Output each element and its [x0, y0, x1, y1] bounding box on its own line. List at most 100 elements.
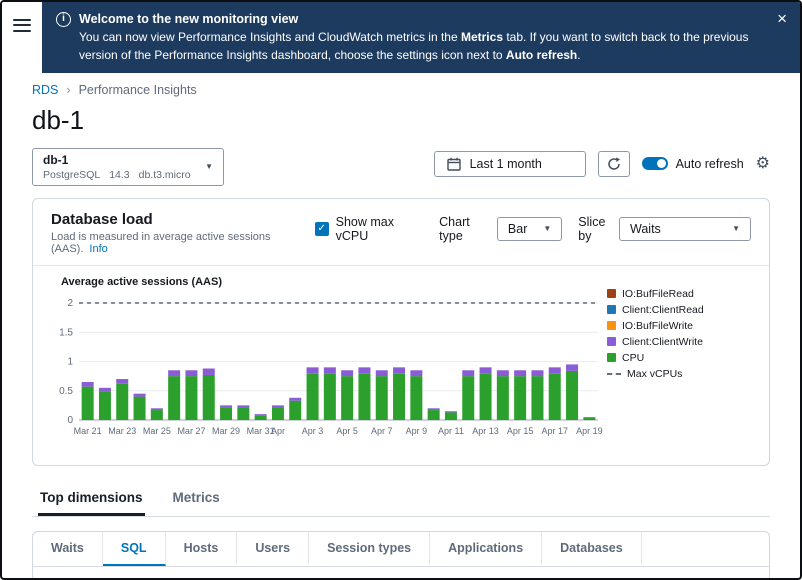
calendar-icon [447, 157, 461, 171]
svg-text:1: 1 [67, 356, 73, 367]
breadcrumb-current: Performance Insights [79, 83, 197, 97]
legend-label: Max vCPUs [627, 368, 682, 380]
legend-label: Client:ClientWrite [622, 336, 703, 348]
svg-text:Apr 7: Apr 7 [371, 426, 393, 436]
svg-text:Apr 3: Apr 3 [302, 426, 324, 436]
slice-by-value: Waits [630, 222, 661, 236]
main-tabs: Top dimensions Metrics [32, 482, 770, 517]
toggle-knob [657, 159, 666, 168]
breadcrumb: RDS › Performance Insights [32, 83, 770, 97]
legend-label: Client:ClientRead [622, 304, 704, 316]
app-window: i Welcome to the new monitoring view You… [0, 0, 802, 580]
dimension-tab-users[interactable]: Users [237, 532, 309, 566]
time-range-picker[interactable]: Last 1 month [434, 151, 586, 177]
legend-swatch-icon [607, 321, 616, 330]
info-banner: i Welcome to the new monitoring view You… [42, 2, 800, 73]
show-max-vcpu-checkbox[interactable]: ✓ Show max vCPU [315, 215, 424, 243]
main-content: RDS › Performance Insights db-1 db-1 Pos… [2, 73, 800, 580]
legend-item-client-clientread: Client:ClientRead [607, 304, 757, 316]
dimension-tabs: WaitsSQLHostsUsersSession typesApplicati… [33, 532, 769, 567]
database-load-title: Database load [51, 211, 315, 228]
load-chart[interactable]: 00.511.52Mar 21Mar 23Mar 25Mar 27Mar 29M… [51, 290, 604, 448]
svg-text:Mar 21: Mar 21 [74, 426, 102, 436]
svg-text:Apr 11: Apr 11 [438, 426, 464, 436]
dimension-tab-waits[interactable]: Waits [33, 532, 103, 566]
dimension-tab-sql[interactable]: SQL [103, 532, 166, 566]
slice-by-select[interactable]: Waits ▼ [619, 217, 751, 241]
svg-text:Apr 5: Apr 5 [336, 426, 358, 436]
tab-metrics[interactable]: Metrics [171, 482, 222, 516]
svg-text:0.5: 0.5 [59, 386, 73, 397]
chart-legend: IO:BufFileReadClient:ClientReadIO:BufFil… [607, 274, 757, 453]
legend-item-cpu: CPU [607, 352, 757, 364]
instance-name: db-1 [43, 153, 191, 167]
close-icon[interactable]: × [777, 10, 787, 27]
instance-selector[interactable]: db-1 PostgreSQL 14.3 db.t3.micro ▼ [32, 148, 224, 186]
time-range-value: Last 1 month [470, 157, 542, 171]
svg-text:Apr 17: Apr 17 [541, 426, 568, 436]
instance-engine: PostgreSQL [43, 169, 100, 181]
legend-item-io-buffileread: IO:BufFileRead [607, 288, 757, 300]
svg-text:Apr: Apr [271, 426, 285, 436]
legend-swatch-icon [607, 337, 616, 346]
refresh-icon [607, 157, 621, 171]
svg-text:Apr 13: Apr 13 [472, 426, 499, 436]
database-load-heading: Database load Load is measured in averag… [51, 211, 315, 255]
chart-type-label: Chart type [439, 215, 489, 243]
refresh-button[interactable] [598, 151, 630, 177]
info-icon: i [56, 12, 71, 27]
dimension-tab-session-types[interactable]: Session types [309, 532, 430, 566]
legend-swatch-icon [607, 305, 616, 314]
sql-search-row: Learn more ‹ 12 › ⚙ [33, 567, 769, 580]
chevron-down-icon: ▼ [543, 224, 551, 233]
instance-version: 14.3 [109, 169, 129, 181]
database-load-panel: Database load Load is measured in averag… [32, 198, 770, 466]
dimensions-panel: WaitsSQLHostsUsersSession typesApplicati… [32, 531, 770, 580]
tab-top-dimensions[interactable]: Top dimensions [38, 482, 145, 516]
breadcrumb-separator-icon: › [66, 83, 70, 97]
dimension-tab-applications[interactable]: Applications [430, 532, 542, 566]
breadcrumb-rds[interactable]: RDS [32, 83, 58, 97]
hamburger-menu-icon[interactable] [13, 15, 31, 73]
legend-swatch-icon [607, 289, 616, 298]
legend-item-client-clientwrite: Client:ClientWrite [607, 336, 757, 348]
svg-text:Apr 19: Apr 19 [576, 426, 603, 436]
legend-dash-icon [607, 373, 621, 375]
svg-text:Mar 27: Mar 27 [177, 426, 205, 436]
banner-title: Welcome to the new monitoring view [79, 10, 298, 28]
instance-class: db.t3.micro [139, 169, 191, 181]
dimension-tab-databases[interactable]: Databases [542, 532, 642, 566]
svg-text:Mar 25: Mar 25 [143, 426, 171, 436]
menu-strip [2, 2, 42, 73]
banner-body: You can now view Performance Insights an… [56, 29, 756, 64]
checkbox-checked-icon: ✓ [315, 222, 329, 236]
chevron-down-icon: ▼ [732, 224, 740, 233]
legend-item-max-vcpus: Max vCPUs [607, 368, 757, 380]
auto-refresh-toggle[interactable] [642, 157, 668, 170]
settings-gear-icon[interactable]: ⚙ [756, 156, 770, 172]
svg-text:Apr 15: Apr 15 [507, 426, 534, 436]
svg-text:Apr 9: Apr 9 [406, 426, 428, 436]
chart-type-value: Bar [508, 222, 527, 236]
chart-title: Average active sessions (AAS) [61, 276, 607, 288]
page-title: db-1 [32, 105, 770, 136]
legend-label: CPU [622, 352, 644, 364]
auto-refresh-label: Auto refresh [676, 157, 744, 171]
svg-text:2: 2 [67, 298, 73, 309]
top-bar: i Welcome to the new monitoring view You… [2, 2, 800, 73]
database-load-subtitle: Load is measured in average active sessi… [51, 231, 315, 255]
svg-text:1.5: 1.5 [59, 327, 73, 338]
show-max-vcpu-label: Show max vCPU [336, 215, 424, 243]
instance-selector-text: db-1 PostgreSQL 14.3 db.t3.micro [43, 153, 191, 181]
dimension-tab-hosts[interactable]: Hosts [166, 532, 238, 566]
chart-type-select[interactable]: Bar ▼ [497, 217, 562, 241]
svg-text:Mar 29: Mar 29 [212, 426, 240, 436]
legend-label: IO:BufFileRead [622, 288, 694, 300]
info-link[interactable]: Info [89, 243, 107, 255]
toolbar: Last 1 month Auto refresh ⚙ [434, 148, 770, 177]
svg-text:Mar 23: Mar 23 [108, 426, 136, 436]
slice-by-label: Slice by [578, 215, 611, 243]
auto-refresh-toggle-group: Auto refresh [642, 157, 744, 171]
controls-row: db-1 PostgreSQL 14.3 db.t3.micro ▼ Last … [32, 148, 770, 186]
svg-text:0: 0 [67, 415, 73, 426]
